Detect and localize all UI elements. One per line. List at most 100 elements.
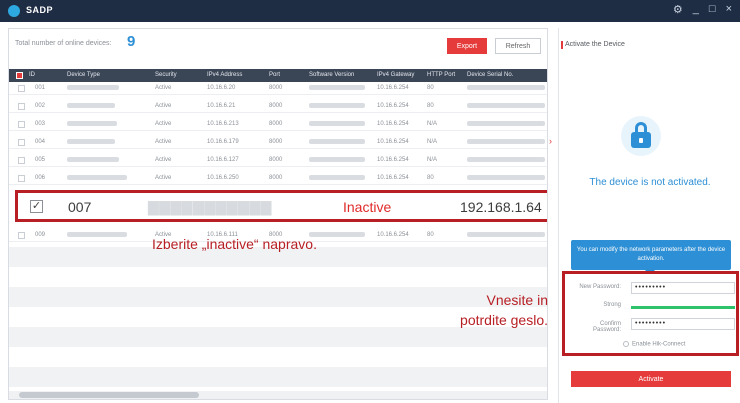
row-id: 003 [35,121,46,127]
row-http-port: 80 [427,103,434,109]
row-id: 001 [35,85,46,91]
row-checkbox[interactable] [18,232,25,239]
row-ipv4: 10.16.6.179 [207,139,239,145]
blurred-device-type [67,175,127,182]
row-ipv4: 10.16.6.213 [207,121,239,127]
col-software-version[interactable]: Software Version [309,72,354,78]
blurred-device-type [67,85,119,92]
blurred-serial-no [467,232,545,239]
col-ipv4-gateway[interactable]: IPv4 Gateway [377,72,414,78]
settings-icon[interactable]: ⚙ [673,3,683,16]
selected-row-ipv4: 192.168.1.64 [460,199,542,215]
col-id[interactable]: ID [29,72,35,78]
blurred-software-version [309,157,365,164]
export-button[interactable]: Export [447,38,487,54]
blurred-serial-no [467,103,545,110]
blurred-serial-no [467,85,545,92]
empty-row [9,267,547,287]
empty-row [9,327,547,347]
blurred-device-type [67,103,115,110]
row-http-port: N/A [427,139,438,145]
title-bar: SADP ⚙ _ □ × [0,0,740,22]
enable-hik-connect-option[interactable]: Enable Hik-Connect [623,341,685,348]
select-all-checkbox[interactable] [16,72,23,79]
scrollbar-thumb[interactable] [19,392,199,398]
collapse-panel-icon[interactable]: › [549,136,552,146]
row-checkbox[interactable] [18,175,25,182]
online-devices-label: Total number of online devices: [15,40,112,47]
selected-row-security: Inactive [343,199,392,215]
empty-row [9,347,547,367]
row-checkbox[interactable] [18,85,25,92]
row-gateway: 10.16.6.254 [377,232,409,238]
confirm-password-label: Confirm Password: [592,321,621,333]
close-icon[interactable]: × [726,3,732,16]
online-devices-count: 9 [127,33,136,50]
row-checkbox[interactable] [18,121,25,128]
blurred-software-version [309,121,365,128]
refresh-button[interactable]: Refresh [495,38,541,54]
selected-row-checkbox[interactable]: ✓ [30,200,43,213]
row-id: 009 [35,232,46,238]
row-port: 8000 [269,175,283,181]
table-row[interactable]: 004 Active 10.16.6.179 8000 10.16.6.254 … [9,136,547,149]
activate-device-panel: Activate the Device The device is not ac… [558,28,740,403]
app-title: SADP [26,5,54,15]
col-device-type[interactable]: Device Type [67,72,100,78]
blurred-serial-no [467,175,545,182]
blurred-device-type [67,121,117,128]
blurred-software-version [309,139,365,146]
panel-title: Activate the Device [561,41,625,49]
row-gateway: 10.16.6.254 [377,175,409,181]
row-http-port: 80 [427,85,434,91]
horizontal-scrollbar[interactable] [9,391,547,399]
new-password-field[interactable]: ••••••••• [631,282,735,294]
blurred-device-type [67,157,119,164]
blurred-device-type [67,139,115,146]
blurred-serial-no [467,121,545,128]
col-security[interactable]: Security [155,72,177,78]
table-row[interactable]: 002 Active 10.16.6.21 8000 10.16.6.254 8… [9,100,547,113]
table-row[interactable]: 003 Active 10.16.6.213 8000 10.16.6.254 … [9,118,547,131]
row-port: 8000 [269,85,283,91]
window-controls: ⚙ _ □ × [673,3,732,16]
row-checkbox[interactable] [18,103,25,110]
row-ipv4: 10.16.6.20 [207,85,236,91]
table-row[interactable]: 006 Active 10.16.6.250 8000 10.16.6.254 … [9,172,547,185]
blurred-software-version [309,232,365,239]
col-serial-no[interactable]: Device Serial No. [467,72,513,78]
enable-hik-connect-label: Enable Hik-Connect [632,341,686,348]
annotation-line: Vnesite in [486,292,548,308]
blurred-device-type [67,232,127,239]
app-logo-icon [8,5,20,17]
minimize-icon[interactable]: _ [693,3,699,16]
col-ipv4-address[interactable]: IPv4 Address [207,72,242,78]
row-gateway: 10.16.6.254 [377,139,409,145]
annotation-enter-password: Vnesite in potrdite geslo. [420,290,548,330]
activate-button[interactable]: Activate [571,371,731,387]
row-checkbox[interactable] [18,139,25,146]
blurred-serial-no [467,139,545,146]
blurred-software-version [309,103,365,110]
maximize-icon[interactable]: □ [709,3,716,16]
selected-inactive-device-row[interactable]: ✓ 007 ▇▇▇▇▇▇▇▇▇▇▇ Inactive 192.168.1.64 [15,190,547,222]
row-checkbox[interactable] [18,157,25,164]
row-id: 005 [35,157,46,163]
enable-hik-connect-radio[interactable] [623,341,629,347]
row-port: 8000 [269,121,283,127]
device-list-toolbar: Total number of online devices: 9 Export… [9,29,547,59]
row-port: 8000 [269,139,283,145]
table-row[interactable]: 001 Active 10.16.6.20 8000 10.16.6.254 8… [9,82,547,95]
row-port: 8000 [269,157,283,163]
col-http-port[interactable]: HTTP Port [427,72,455,78]
row-gateway: 10.16.6.254 [377,103,409,109]
confirm-password-field[interactable]: ••••••••• [631,318,735,330]
col-port[interactable]: Port [269,72,280,78]
table-row[interactable]: 005 Active 10.16.6.127 8000 10.16.6.254 … [9,154,547,167]
row-gateway: 10.16.6.254 [377,157,409,163]
selected-row-id: 007 [68,199,92,215]
row-security: Active [155,85,172,91]
row-gateway: 10.16.6.254 [377,85,409,91]
row-security: Active [155,157,172,163]
device-list-pane: Total number of online devices: 9 Export… [8,28,548,400]
